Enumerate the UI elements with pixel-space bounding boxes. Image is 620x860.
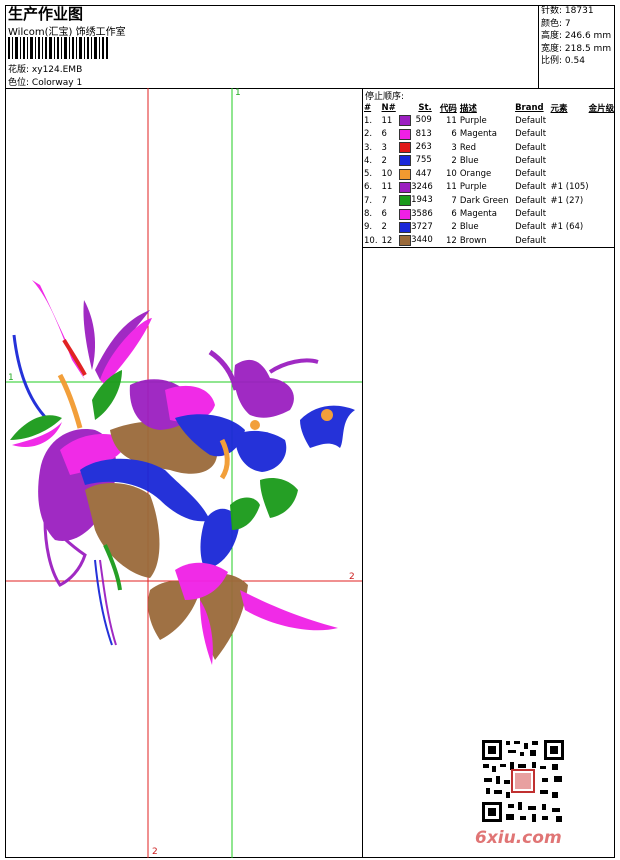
green-vertical-guide-label: 1	[235, 88, 241, 98]
embroidery-design	[6, 88, 362, 858]
red-horizontal-guide-label: 2	[349, 572, 355, 582]
qr-code	[480, 738, 566, 824]
red-vertical-guide-label: 2	[152, 847, 158, 857]
green-horizontal-guide-label: 1	[8, 373, 14, 383]
embroidery-flower	[10, 280, 355, 665]
watermark-text: 6xiu.com	[475, 828, 562, 848]
